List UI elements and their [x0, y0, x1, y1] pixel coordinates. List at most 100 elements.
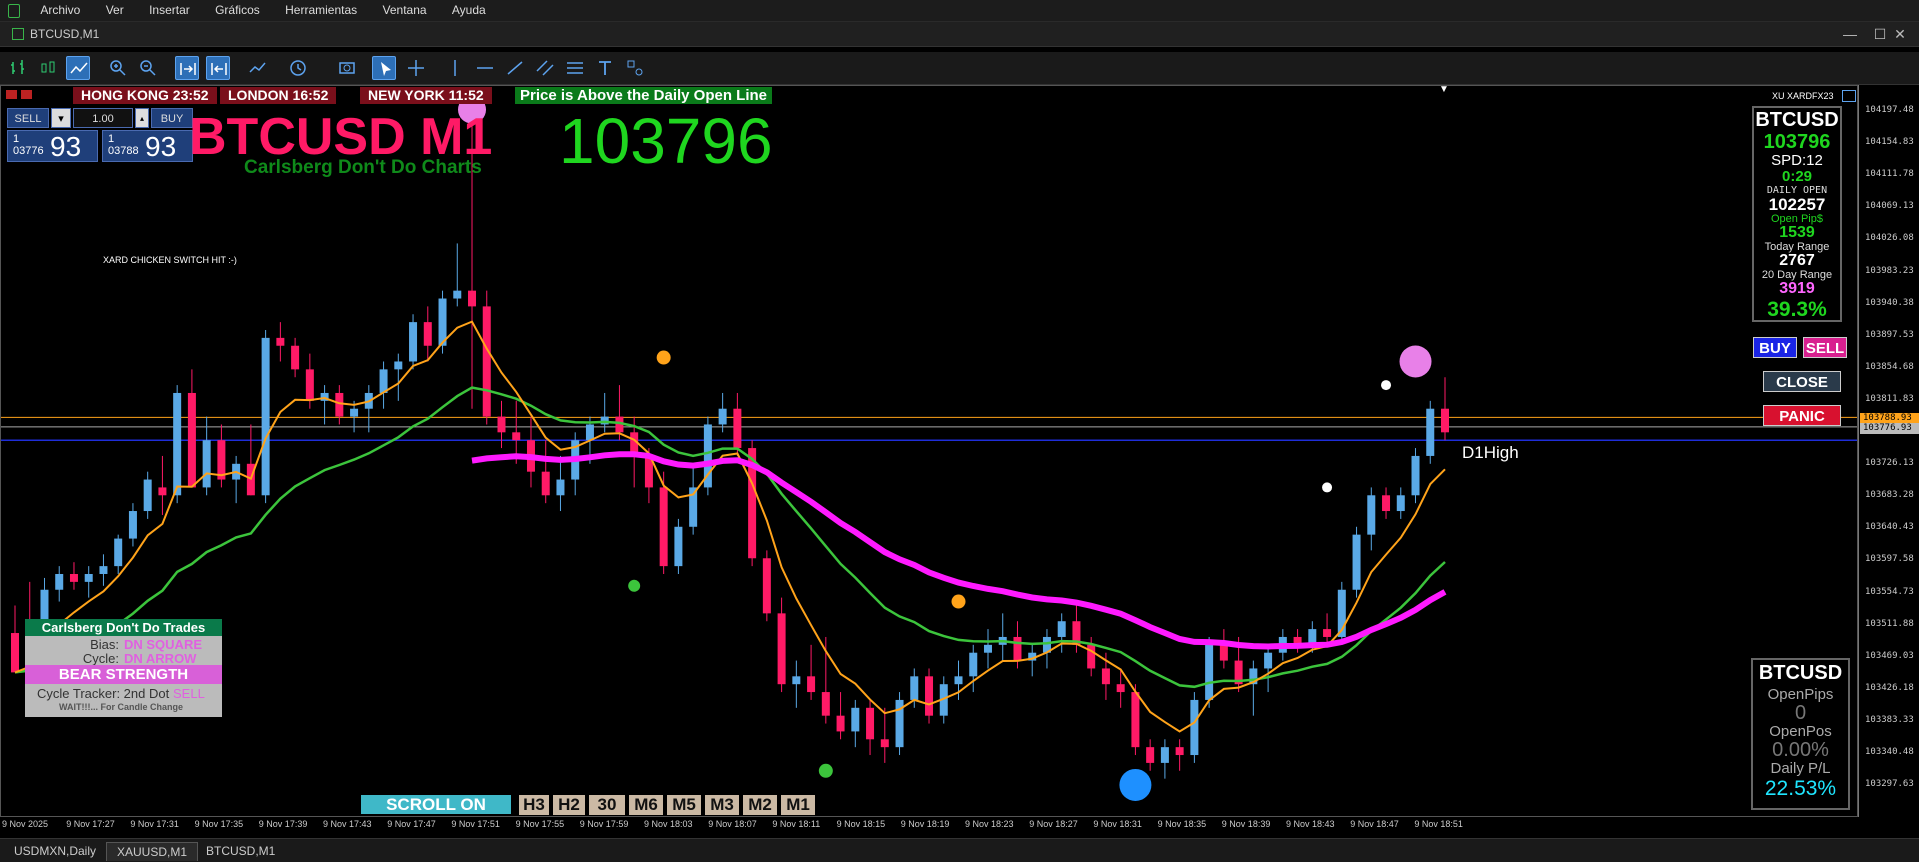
account-open-pos: 0.00%: [1772, 739, 1829, 761]
screenshot-icon[interactable]: [335, 56, 359, 80]
price-tick-label: 104026.08: [1865, 233, 1914, 244]
panic-button[interactable]: PANIC: [1763, 405, 1841, 426]
candle-body: [497, 416, 506, 433]
cursor-icon[interactable]: [372, 56, 396, 80]
swing-low-dot: [628, 579, 641, 592]
timeframe-button-m5[interactable]: M5: [667, 795, 701, 815]
candle-body: [187, 392, 196, 488]
buy-price-small: 1 03788: [108, 133, 139, 157]
settings-icon[interactable]: [1842, 90, 1856, 102]
timeframe-clock-icon[interactable]: [286, 56, 310, 80]
candle-body: [379, 369, 388, 393]
indicators-icon[interactable]: [246, 56, 270, 80]
trendline-icon[interactable]: [503, 56, 527, 80]
swing-high-dot: [656, 350, 671, 365]
price-tick-label: 103811.83: [1865, 393, 1914, 404]
menu-insertar[interactable]: Insertar: [138, 0, 201, 21]
tracker-label: Cycle Tracker: 2nd Dot: [37, 686, 170, 701]
horizontal-line-icon[interactable]: [473, 56, 497, 80]
candle-body: [1367, 495, 1376, 535]
zoom-out-icon[interactable]: [136, 56, 160, 80]
tab-usdmxn[interactable]: USDMXN,Daily: [4, 842, 106, 860]
crosshair-icon[interactable]: [404, 56, 428, 80]
tab-xauusd[interactable]: XAUUSD,M1: [106, 842, 199, 861]
candle-body: [1087, 644, 1096, 669]
menu-ayuda[interactable]: Ayuda: [441, 0, 497, 21]
tab-btcusd[interactable]: BTCUSD,M1: [196, 842, 285, 860]
candle-body: [925, 676, 934, 716]
one-click-trading-panel: SELL ▾ 1.00 ▴ BUY 1 03776 93 1 03788 93: [7, 108, 193, 164]
candle-body: [983, 644, 992, 653]
menu-archivo[interactable]: Archivo: [29, 0, 91, 21]
swing-low-dot: [818, 763, 833, 778]
autoscroll-icon[interactable]: [175, 56, 199, 80]
time-tick-label: 9 Nov 17:39: [258, 819, 308, 829]
info-price: 103796: [1763, 131, 1831, 153]
candle-body: [468, 290, 477, 307]
buy-button[interactable]: BUY: [1753, 337, 1797, 358]
line-chart-icon[interactable]: [66, 56, 90, 80]
menu-ver[interactable]: Ver: [95, 0, 135, 21]
sell-price-box[interactable]: 1 03776 93: [7, 130, 98, 162]
clock-new-york: NEW YORK 11:52: [360, 87, 492, 104]
lot-size-input[interactable]: 1.00: [73, 108, 133, 128]
candle-body: [1160, 747, 1169, 763]
daily-open-value: 102257: [1768, 195, 1826, 214]
timeframe-button-m6[interactable]: M6: [629, 795, 663, 815]
lot-dropdown-icon[interactable]: ▾: [51, 108, 71, 128]
bar-chart-icon[interactable]: [6, 56, 30, 80]
chart-shift-icon[interactable]: [206, 56, 230, 80]
ma-magenta-line: [471, 451, 1447, 650]
channel-icon[interactable]: [533, 56, 557, 80]
timeframe-button-30[interactable]: 30: [589, 795, 625, 815]
zoom-in-icon[interactable]: [106, 56, 130, 80]
timeframe-button-h3[interactable]: H3: [519, 795, 549, 815]
timeframe-button-h2[interactable]: H2: [553, 795, 585, 815]
price-axis[interactable]: 104197.48 104154.83 104111.78 104069.13 1040…: [1858, 85, 1919, 817]
time-tick-label: 9 Nov 18:43: [1286, 819, 1335, 829]
sell-button[interactable]: SELL: [1803, 337, 1847, 358]
menu-herramientas[interactable]: Herramientas: [274, 0, 368, 21]
lot-stepper[interactable]: ▴: [135, 108, 149, 128]
price-tick-label: 103897.53: [1865, 329, 1914, 340]
cycle-value: DN ARROW: [124, 651, 197, 666]
time-tick-label: 9 Nov 17:35: [194, 819, 244, 829]
today-range-value: 2767: [1779, 252, 1815, 269]
buy-price-box[interactable]: 1 03788 93: [102, 130, 193, 162]
timeframe-button-m2[interactable]: M2: [743, 795, 777, 815]
one-click-buy-button[interactable]: BUY: [151, 108, 193, 128]
text-tool-icon[interactable]: [593, 56, 617, 80]
scroll-toggle-button[interactable]: SCROLL ON: [361, 795, 511, 814]
big-price: 103796: [559, 105, 773, 177]
timeframe-button-m3[interactable]: M3: [705, 795, 739, 815]
candle-body: [1101, 668, 1110, 685]
bias-value: DN SQUARE: [124, 637, 203, 652]
candle-body: [659, 487, 668, 567]
candle-body: [1441, 408, 1449, 433]
candle-body: [291, 345, 300, 370]
candle-chart-icon[interactable]: [36, 56, 60, 80]
close-button[interactable]: CLOSE: [1763, 371, 1841, 392]
timeframe-button-m1[interactable]: M1: [781, 795, 815, 815]
time-axis[interactable]: 9 Nov 2025 9 Nov 17:27 9 Nov 17:31 9 Nov 17…: [0, 817, 1919, 833]
one-click-sell-button[interactable]: SELL: [7, 108, 49, 128]
sell-price-big: 93: [50, 131, 82, 162]
time-tick-label: 9 Nov 18:07: [708, 819, 757, 829]
candle-body: [821, 692, 830, 716]
menu-ventana[interactable]: Ventana: [372, 0, 438, 21]
time-tick-label: 9 Nov 17:51: [451, 819, 500, 829]
info-symbol: BTCUSD: [1755, 109, 1839, 131]
price-chart[interactable]: HONG KONG 23:52 LONDON 16:52 NEW YORK 11…: [0, 85, 1858, 817]
vertical-line-icon[interactable]: [443, 56, 467, 80]
fibonacci-icon[interactable]: [563, 56, 587, 80]
time-tick-label: 9 Nov 18:31: [1093, 819, 1142, 829]
candle-body: [335, 392, 344, 417]
price-tick-label: 103854.68: [1865, 361, 1914, 372]
candle-body: [585, 424, 594, 441]
shapes-icon[interactable]: [623, 56, 647, 80]
time-tick-label: 9 Nov 18:39: [1221, 819, 1271, 829]
candle-body: [453, 290, 462, 299]
menu-graficos[interactable]: Gráficos: [204, 0, 271, 21]
candle-body: [143, 479, 152, 512]
close-window-button[interactable]: ✕: [1880, 24, 1919, 44]
